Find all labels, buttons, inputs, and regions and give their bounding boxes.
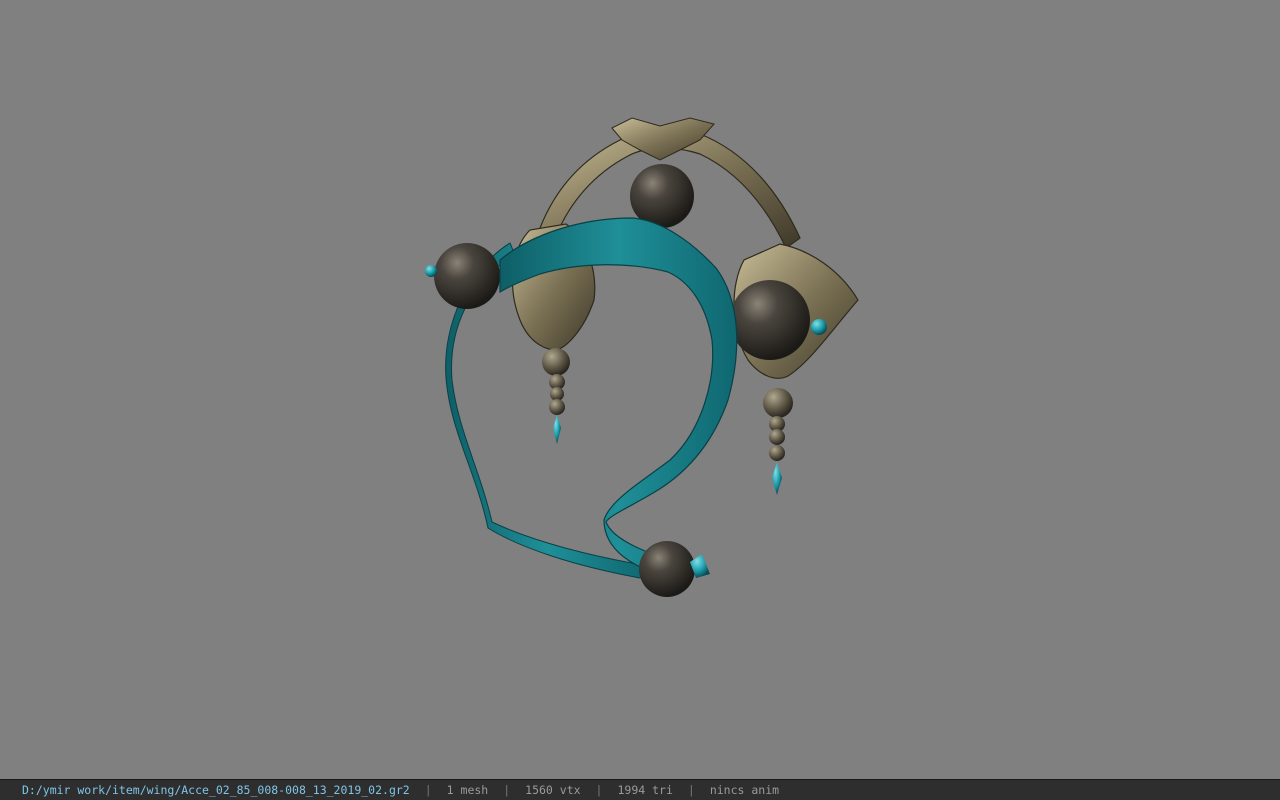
3d-viewport[interactable] [0,0,1280,779]
mesh-count: 1 mesh [446,783,489,797]
model-file-path: D:/ymir work/item/wing/Acce_02_85_008-00… [22,783,410,797]
separator: | [503,783,511,797]
separator: | [424,783,432,797]
separator: | [595,783,603,797]
headpiece-model [425,117,859,597]
separator: | [687,783,695,797]
triangle-count: 1994 tri [617,783,673,797]
animation-status: nincs anim [709,783,780,797]
status-bar: D:/ymir work/item/wing/Acce_02_85_008-00… [0,779,1280,800]
vertex-count: 1560 vtx [525,783,581,797]
